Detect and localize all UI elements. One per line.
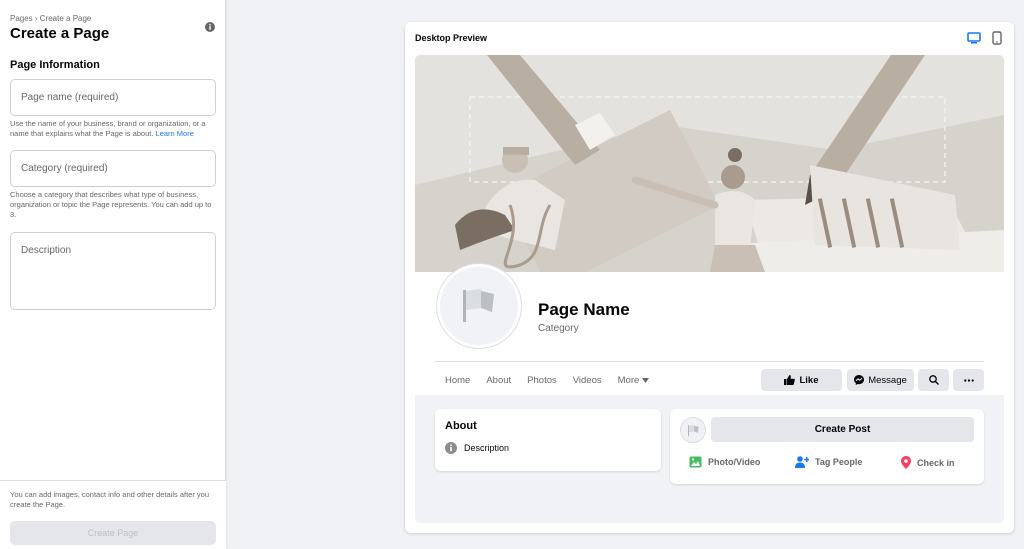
search-button[interactable] xyxy=(918,369,949,391)
about-description-row: Description xyxy=(445,442,509,454)
messenger-icon xyxy=(854,375,865,385)
create-post-button[interactable]: Create Post xyxy=(711,417,974,442)
learn-more-link[interactable]: Learn More xyxy=(156,129,194,138)
about-title: About xyxy=(445,420,477,432)
search-icon xyxy=(928,375,939,385)
create-page-sidebar: Pages › Create a Page Create a Page Page… xyxy=(0,0,226,549)
message-label: Message xyxy=(868,374,907,386)
cover-photo xyxy=(415,55,1004,272)
bottom-bar: You can add images, contact info and oth… xyxy=(0,480,226,549)
tab-more[interactable]: More xyxy=(618,375,650,386)
mobile-icon[interactable] xyxy=(992,31,1002,45)
preview-canvas: Page Name Category Home About Photos Vid… xyxy=(415,55,1004,523)
about-description: Description xyxy=(464,443,510,453)
divider xyxy=(435,361,984,362)
preview-label: Desktop Preview xyxy=(415,33,488,43)
create-post-card: Create Post Photo/Video Tag People Check… xyxy=(670,409,984,484)
page-name-help: Use the name of your business, brand or … xyxy=(10,119,216,139)
tab-photos[interactable]: Photos xyxy=(527,375,557,386)
photo-video-action[interactable]: Photo/Video xyxy=(689,456,760,468)
post-avatar xyxy=(680,417,706,443)
create-page-button[interactable]: Create Page xyxy=(10,521,216,545)
like-label: Like xyxy=(799,374,819,386)
page-header: Page Name Category Home About Photos Vid… xyxy=(415,55,1004,395)
message-button[interactable]: Message xyxy=(847,369,914,391)
like-button[interactable]: Like xyxy=(761,369,842,391)
photo-video-label: Photo/Video xyxy=(708,457,761,467)
tag-people-action[interactable]: Tag People xyxy=(795,456,862,468)
desktop-icon[interactable] xyxy=(967,32,981,44)
ellipsis-icon xyxy=(963,378,974,382)
page-name-input[interactable] xyxy=(10,79,216,116)
description-input[interactable] xyxy=(10,232,216,310)
check-in-action[interactable]: Check in xyxy=(901,456,955,469)
about-card: About Description xyxy=(435,409,661,471)
page-tabs: Home About Photos Videos More xyxy=(445,375,665,386)
section-title: Page Information xyxy=(10,59,100,71)
tab-videos[interactable]: Videos xyxy=(573,375,602,386)
photo-icon xyxy=(689,456,702,468)
flag-icon xyxy=(463,289,494,322)
thumbs-up-icon xyxy=(784,375,796,385)
category-help: Choose a category that describes what ty… xyxy=(10,190,212,219)
check-in-label: Check in xyxy=(917,457,955,468)
tab-home[interactable]: Home xyxy=(445,375,470,386)
bottom-help-text: You can add images, contact info and oth… xyxy=(10,490,210,509)
tab-more-label: More xyxy=(617,375,640,386)
desktop-preview-card: Desktop Preview Page Name Category Home … xyxy=(405,22,1014,533)
page-title: Create a Page xyxy=(10,25,110,42)
flag-icon xyxy=(687,424,699,436)
caret-down-icon xyxy=(642,378,650,383)
page-name: Page Name xyxy=(538,300,630,319)
breadcrumb[interactable]: Pages › Create a Page xyxy=(10,14,91,23)
page-category: Category xyxy=(538,323,579,334)
tab-about[interactable]: About xyxy=(486,375,511,386)
page-profile-picture[interactable] xyxy=(437,264,521,348)
info-icon xyxy=(445,442,457,454)
more-options-button[interactable] xyxy=(953,369,984,391)
category-input[interactable] xyxy=(10,150,216,187)
tag-people-icon xyxy=(795,456,809,468)
info-icon[interactable] xyxy=(205,22,215,32)
tag-people-label: Tag People xyxy=(815,457,863,467)
location-pin-icon xyxy=(901,456,911,469)
